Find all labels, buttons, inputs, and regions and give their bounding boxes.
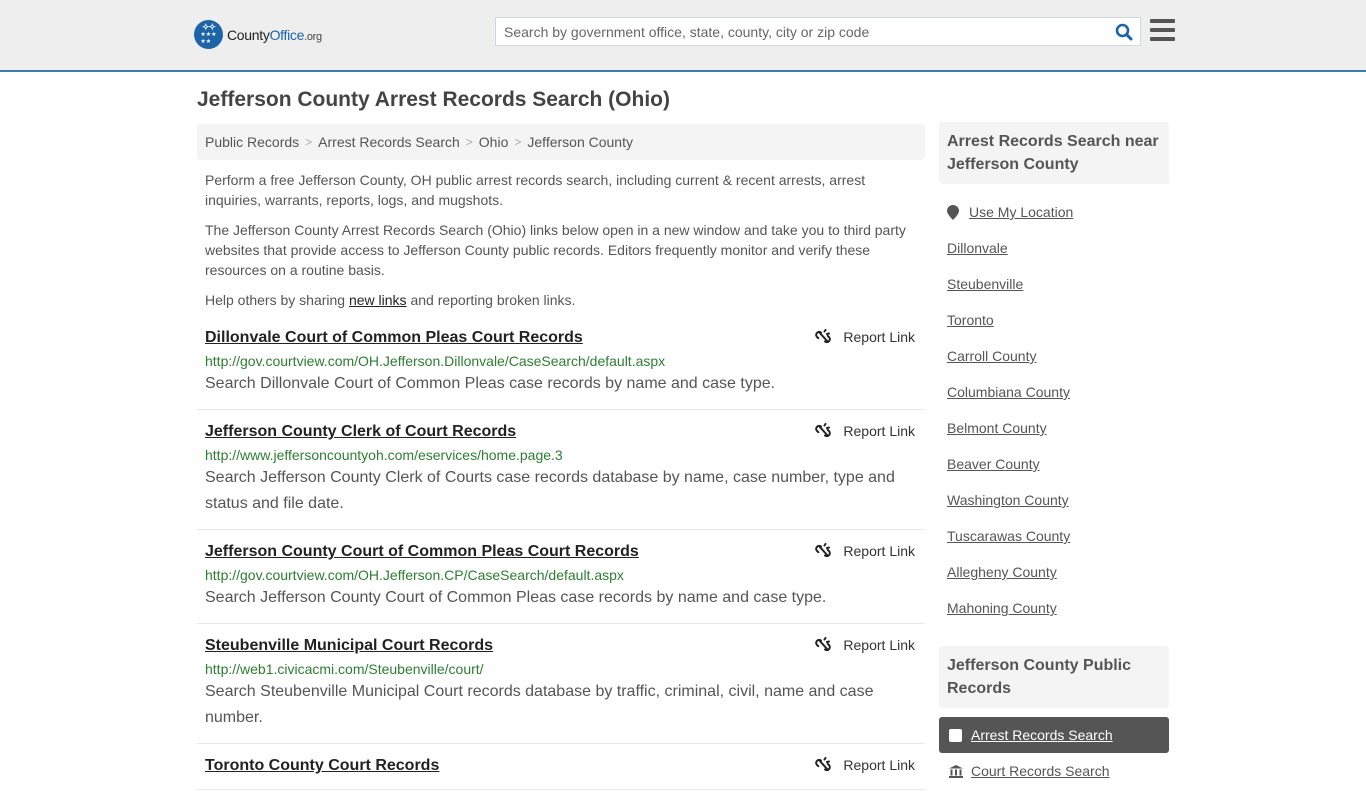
breadcrumb-arrest-records-search[interactable]: Arrest Records Search [318,134,460,150]
broken-link-icon [815,637,832,652]
broken-link-icon [815,423,832,438]
nearby-link-toronto[interactable]: Toronto [947,302,1161,338]
breadcrumb-separator: > [514,135,522,149]
hamburger-menu-button[interactable] [1150,19,1175,41]
record-url: http://gov.courtview.com/OH.Jefferson.CP… [205,567,624,583]
nearby-link-allegheny-county[interactable]: Allegheny County [947,554,1161,590]
map-pin-icon [947,204,959,220]
record-title-link[interactable]: Jefferson County Clerk of Court Records [205,421,516,443]
nearby-link-belmont-county[interactable]: Belmont County [947,410,1161,446]
record-item: Steubenville Municipal Court Records Rep… [197,635,925,744]
record-url: http://web1.civicacmi.com/Steubenville/c… [205,661,484,677]
search-button[interactable] [1108,18,1140,45]
court-records-search-link[interactable]: Court Records Search [971,763,1110,779]
record-item: Jefferson County Court of Common Pleas C… [197,541,925,624]
breadcrumb-ohio[interactable]: Ohio [479,134,509,150]
nearby-link-washington-county[interactable]: Washington County [947,482,1161,518]
report-link-button[interactable]: Report Link [815,757,915,773]
public-records-item-court-records[interactable]: Court Records Search [939,753,1169,789]
record-title-link[interactable]: Dillonvale Court of Common Pleas Court R… [205,327,583,349]
broken-link-icon [815,543,832,558]
nearby-link-carroll-county[interactable]: Carroll County [947,338,1161,374]
new-links-link[interactable]: new links [349,292,407,308]
arrest-records-search-link[interactable]: Arrest Records Search [971,727,1113,743]
nearby-link-dillonvale[interactable]: Dillonvale [947,230,1161,266]
record-url: http://gov.courtview.com/OH.Jefferson.Di… [205,353,666,369]
record-title-link[interactable]: Steubenville Municipal Court Records [205,635,493,657]
report-link-button[interactable]: Report Link [815,637,915,653]
intro-paragraph: Perform a free Jefferson County, OH publ… [205,172,866,208]
site-logo[interactable]: ✧✧ ★★★ ★★ CountyOffice.org [194,20,322,49]
record-title-link[interactable]: Toronto County Court Records [205,755,439,777]
record-description: Search Dillonvale Court of Common Pleas … [205,375,776,392]
broken-link-icon [815,757,832,772]
breadcrumb-separator: > [305,135,313,149]
record-item: Jefferson County Clerk of Court Records … [197,421,925,530]
breadcrumb-jefferson-county[interactable]: Jefferson County [527,134,633,150]
nearby-link-beaver-county[interactable]: Beaver County [947,446,1161,482]
search-icon [1115,23,1133,40]
nearby-link-tuscarawas-county[interactable]: Tuscarawas County [947,518,1161,554]
eagle-stars-logo-icon: ✧✧ ★★★ ★★ [194,20,223,49]
public-records-heading: Jefferson County Public Records [939,646,1169,708]
record-description: Search Steubenville Municipal Court reco… [205,683,874,726]
site-header: ✧✧ ★★★ ★★ CountyOffice.org [0,0,1366,72]
nearby-heading: Arrest Records Search near Jefferson Cou… [939,122,1169,184]
menu-bar-icon [1150,19,1175,23]
menu-bar-icon [1150,37,1175,41]
nearby-link-steubenville[interactable]: Steubenville [947,266,1161,302]
report-link-button[interactable]: Report Link [815,423,915,439]
breadcrumb: Public Records > Arrest Records Search >… [197,124,925,160]
courthouse-icon [949,764,963,778]
record-url: http://www.jeffersoncountyoh.com/eservic… [205,447,563,463]
page-title: Jefferson County Arrest Records Search (… [197,88,670,111]
report-link-button[interactable]: Report Link [815,543,915,559]
menu-bar-icon [1150,28,1175,32]
use-my-location-link[interactable]: Use My Location [969,204,1073,220]
search-bar [495,17,1141,46]
records-list: Dillonvale Court of Common Pleas Court R… [197,327,925,790]
checkbox-icon [949,728,962,742]
record-title-link[interactable]: Jefferson County Court of Common Pleas C… [205,541,639,563]
breadcrumb-separator: > [465,135,473,149]
public-records-item-arrest-records[interactable]: Arrest Records Search [939,717,1169,753]
nearby-link-columbiana-county[interactable]: Columbiana County [947,374,1161,410]
record-description: Search Jefferson County Clerk of Courts … [205,469,895,512]
intro-paragraph: The Jefferson County Arrest Records Sear… [205,222,906,278]
intro-text: Perform a free Jefferson County, OH publ… [197,170,925,310]
record-description: Search Jefferson County Court of Common … [205,589,827,606]
intro-help-paragraph: Help others by sharing new links and rep… [205,292,576,308]
nearby-list: Use My Location Dillonvale Steubenville … [939,194,1169,626]
breadcrumb-public-records[interactable]: Public Records [205,134,299,150]
record-item: Toronto County Court Records Report Link [197,755,925,790]
main-content: Public Records > Arrest Records Search >… [197,124,925,801]
broken-link-icon [815,329,832,344]
report-link-button[interactable]: Report Link [815,329,915,345]
sidebar: Arrest Records Search near Jefferson Cou… [939,122,1169,789]
use-location-row: Use My Location [947,194,1161,230]
nearby-link-mahoning-county[interactable]: Mahoning County [947,590,1161,626]
search-input[interactable] [496,18,1108,45]
logo-text: CountyOffice.org [227,26,322,43]
record-item: Dillonvale Court of Common Pleas Court R… [197,327,925,410]
